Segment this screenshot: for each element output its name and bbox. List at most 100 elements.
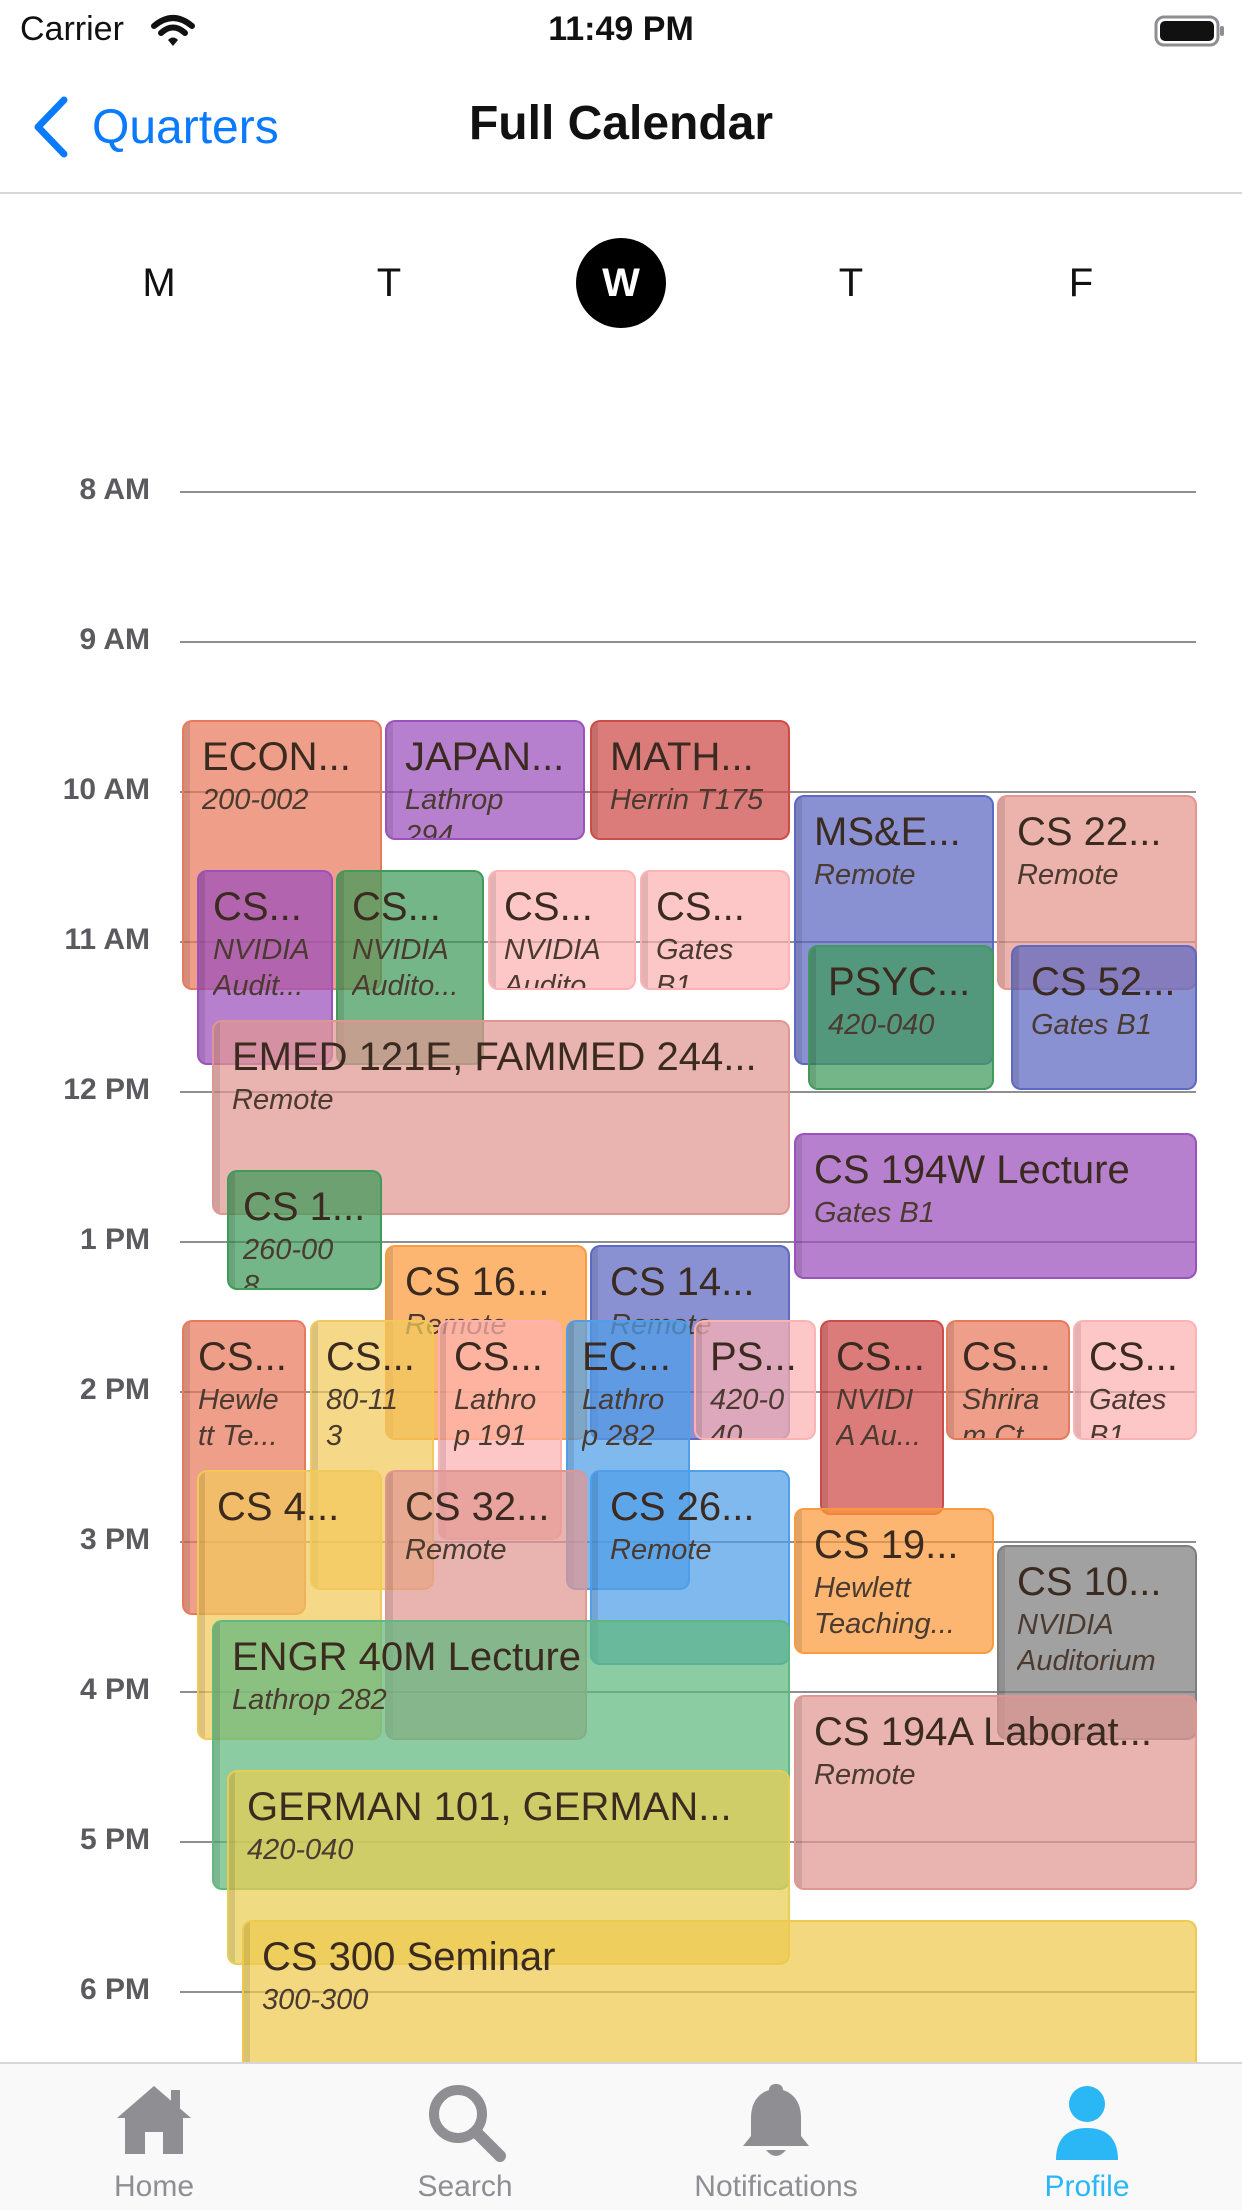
hour-label: 6 PM — [79, 1973, 150, 2006]
tab-home[interactable]: Home — [34, 2078, 274, 2208]
tab-search[interactable]: Search — [345, 2078, 585, 2208]
event-location: Remote — [405, 1534, 507, 1566]
event-location: Hewle tt Te... — [198, 1384, 279, 1452]
event-title: CS 10... — [1017, 1560, 1162, 1604]
tab-label: Profile — [1044, 2170, 1130, 2203]
hour-label: 11 AM — [64, 923, 150, 956]
event-location: 420-0 40 — [710, 1384, 785, 1440]
event-title: CS 52... — [1031, 960, 1176, 1004]
event-title: CS 14... — [610, 1260, 755, 1304]
event-title: CS 32... — [405, 1485, 550, 1529]
event-title: CS... — [198, 1335, 287, 1379]
tab-label: Home — [113, 2170, 195, 2203]
event-title: ENGR 40M Lecture — [232, 1635, 582, 1679]
event-location: Gates B1 — [814, 1197, 935, 1229]
status-bar: Carrier 11:49 PM — [0, 0, 1242, 62]
event-title: GERMAN 101, GERMAN... — [247, 1785, 732, 1829]
event-title: PS... — [710, 1335, 797, 1379]
tab-profile[interactable]: Profile — [967, 2078, 1207, 2208]
event-title: CS... — [454, 1335, 543, 1379]
event-location: Gates B1 — [656, 934, 734, 990]
event-title: EMED 121E, FAMMED 244... — [232, 1035, 757, 1079]
day-wednesday[interactable]: W — [576, 238, 666, 328]
hour-label: 12 PM — [63, 1073, 150, 1106]
hour-label: 1 PM — [79, 1223, 150, 1256]
event-block[interactable]: CS... NVIDI A Au... — [820, 1320, 944, 1515]
person-icon — [1056, 2086, 1118, 2160]
hour-label: 4 PM — [79, 1673, 150, 1706]
event-title: CS 26... — [610, 1485, 755, 1529]
event-location: Remote — [814, 1759, 916, 1791]
event-title: CS 16... — [405, 1260, 550, 1304]
event-location: Lathrop 282 — [232, 1684, 387, 1716]
event-location: 420-040 — [828, 1009, 935, 1041]
day-tuesday[interactable]: T — [344, 238, 434, 328]
event-location: 420-040 — [247, 1834, 354, 1866]
event-block[interactable]: CS 194A Laborat... Remote — [794, 1695, 1197, 1890]
event-location: 260-00 8 — [243, 1234, 334, 1290]
event-block[interactable]: PSYC... 420-040 — [808, 945, 994, 1090]
event-location: Gates B1 — [1089, 1384, 1167, 1440]
event-title: CS... — [213, 885, 302, 929]
hour-line — [180, 641, 1196, 643]
event-block[interactable]: CS 300 Seminar 300-300 — [242, 1920, 1197, 2080]
event-title: JAPAN... — [405, 735, 565, 779]
event-title: CS 4... — [217, 1485, 340, 1529]
home-icon — [117, 2086, 191, 2154]
event-title: CS... — [1089, 1335, 1178, 1379]
search-icon — [429, 2085, 506, 2162]
day-thursday[interactable]: T — [806, 238, 896, 328]
event-location: 300-300 — [262, 1984, 369, 2016]
event-location: 80-11 3 — [326, 1384, 399, 1452]
event-location: Lathrop 294 — [405, 784, 504, 840]
bell-icon — [743, 2084, 809, 2156]
event-title: CS 300 Seminar — [262, 1935, 556, 1979]
tab-label: Search — [417, 2170, 513, 2203]
event-title: CS... — [836, 1335, 925, 1379]
day-friday[interactable]: F — [1036, 238, 1126, 328]
event-title: CS... — [962, 1335, 1051, 1379]
hour-label: 9 AM — [79, 623, 150, 656]
hour-label: 8 AM — [79, 473, 150, 506]
event-location: Remote — [814, 859, 916, 891]
event-title: CS 194A Laborat... — [814, 1710, 1153, 1754]
event-title: CS... — [656, 885, 745, 929]
event-location: NVIDI A Au... — [836, 1384, 921, 1452]
event-block[interactable]: MATH... Herrin T175 — [590, 720, 790, 840]
event-location: Remote — [1017, 859, 1119, 891]
tab-label: Notifications — [694, 2170, 858, 2203]
event-block[interactable]: CS 1... 260-00 8 — [227, 1170, 382, 1290]
event-location: Remote — [232, 1084, 334, 1116]
tab-bar: Home Search Notifications Profile — [0, 2062, 1242, 2210]
event-title: EC... — [582, 1335, 671, 1379]
event-title: ECON... — [202, 735, 351, 779]
event-block[interactable]: CS 19... Hewlett Teaching... — [794, 1508, 994, 1654]
hour-label: 2 PM — [79, 1373, 150, 1406]
hour-line — [180, 491, 1196, 493]
day-monday[interactable]: M — [114, 238, 204, 328]
page-title: Full Calendar — [468, 97, 774, 150]
event-block[interactable]: JAPAN... Lathrop 294 — [385, 720, 585, 840]
event-title: MS&E... — [814, 810, 961, 854]
event-block[interactable]: CS 52... Gates B1 — [1011, 945, 1197, 1090]
event-title: CS... — [504, 885, 593, 929]
event-location: NVIDIA Audito... — [352, 934, 459, 1002]
event-block[interactable]: CS... Gates B1 — [640, 870, 790, 990]
event-block[interactable]: CS... Gates B1 — [1073, 1320, 1197, 1440]
tab-notifications[interactable]: Notifications — [656, 2078, 896, 2208]
event-title: MATH... — [610, 735, 754, 779]
event-location: NVIDIA Audito — [504, 934, 601, 990]
event-block[interactable]: PS... 420-0 40 — [694, 1320, 816, 1440]
event-block[interactable]: CS... Shrira m Ct — [946, 1320, 1070, 1440]
event-location: Lathro p 191 — [454, 1384, 537, 1452]
event-location: 200-002 — [202, 784, 309, 816]
event-block[interactable]: CS... NVIDIA Audito — [488, 870, 636, 990]
event-title: CS 19... — [814, 1523, 959, 1567]
event-block[interactable]: CS 194W Lecture Gates B1 — [794, 1133, 1197, 1279]
hour-label: 10 AM — [62, 773, 150, 806]
event-title: CS... — [352, 885, 441, 929]
event-title: CS 22... — [1017, 810, 1162, 854]
event-location: Herrin T175 — [610, 784, 764, 816]
hour-label: 5 PM — [79, 1823, 150, 1856]
event-title: CS 194W Lecture — [814, 1148, 1130, 1192]
